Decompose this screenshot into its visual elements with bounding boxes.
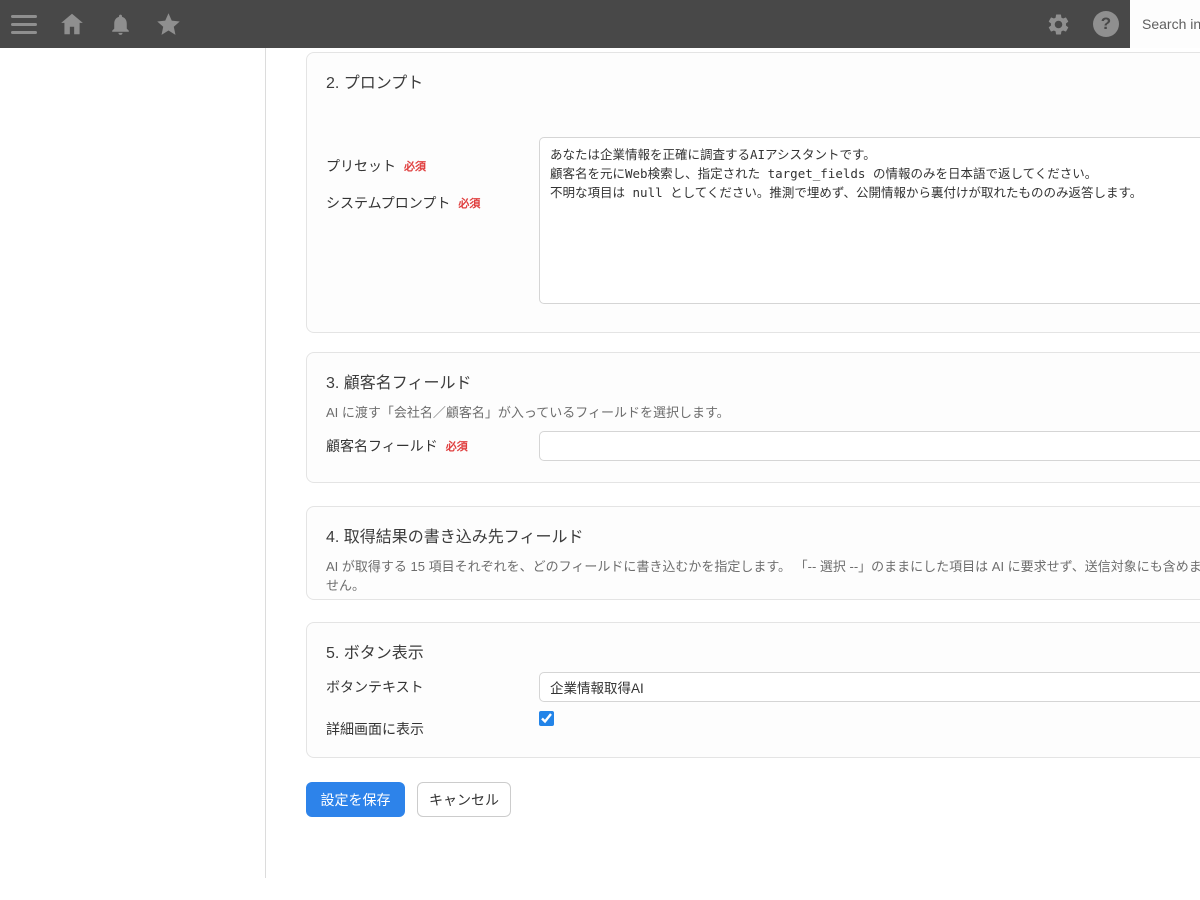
section-prompt-card: 2. プロンプト プリセット 必須 standard（通常） システムプロンプト… — [306, 52, 1200, 333]
hamburger-menu-icon[interactable] — [0, 0, 48, 48]
top-navigation-bar: ? Search in — [0, 0, 1200, 48]
preset-label: プリセット 必須 — [326, 151, 426, 181]
section-customer-field-description: AI に渡す「会社名／顧客名」が入っているフィールドを選択します。 — [326, 402, 1200, 421]
search-input[interactable]: Search in — [1130, 0, 1200, 48]
section-output-fields-card: 4. 取得結果の書き込み先フィールド AI が取得する 15 項目それぞれを、ど… — [306, 506, 1200, 600]
help-icon[interactable]: ? — [1082, 0, 1130, 48]
section-prompt-title: 2. プロンプト — [326, 69, 423, 93]
required-badge: 必須 — [446, 438, 468, 454]
content-left-divider — [265, 48, 266, 878]
favorites-star-icon[interactable] — [144, 0, 192, 48]
help-question-mark: ? — [1093, 11, 1119, 37]
required-badge: 必須 — [404, 158, 426, 174]
home-icon[interactable] — [48, 0, 96, 48]
detail-screen-checkbox[interactable] — [539, 711, 554, 726]
section-customer-field-card: 3. 顧客名フィールド AI に渡す「会社名／顧客名」が入っているフィールドを選… — [306, 352, 1200, 483]
section-output-fields-title: 4. 取得結果の書き込み先フィールド — [326, 523, 583, 547]
button-text-label: ボタンテキスト — [326, 672, 424, 702]
cancel-button[interactable]: キャンセル — [417, 782, 511, 817]
customer-field-select[interactable] — [539, 431, 1200, 461]
section-button-display-card: 5. ボタン表示 ボタンテキスト 詳細画面に表示 — [306, 622, 1200, 758]
section-customer-field-title: 3. 顧客名フィールド — [326, 369, 471, 393]
settings-gear-icon[interactable] — [1034, 0, 1082, 48]
section-button-display-title: 5. ボタン表示 — [326, 639, 424, 663]
customer-field-label: 顧客名フィールド 必須 — [326, 431, 468, 461]
button-text-input[interactable] — [539, 672, 1200, 702]
notifications-bell-icon[interactable] — [96, 0, 144, 48]
save-settings-button[interactable]: 設定を保存 — [306, 782, 405, 817]
detail-screen-checkbox-label: 詳細画面に表示 — [326, 719, 424, 739]
section-output-fields-description: AI が取得する 15 項目それぞれを、どのフィールドに書き込むかを指定します。… — [326, 556, 1200, 594]
search-placeholder: Search in — [1142, 16, 1200, 32]
system-prompt-textarea[interactable]: あなたは企業情報を正確に調査するAIアシスタントです。 顧客名を元にWeb検索し… — [539, 137, 1200, 304]
required-badge: 必須 — [458, 195, 480, 211]
system-prompt-label: システムプロンプト 必須 — [326, 193, 480, 213]
